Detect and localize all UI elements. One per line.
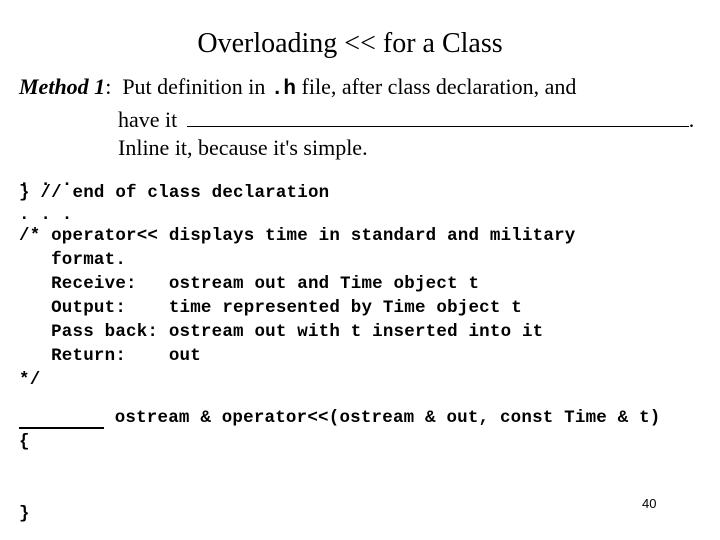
code-line: Return: out [19, 346, 201, 366]
inline-code-h: .h [270, 78, 297, 101]
method-text-before-code: Put definition in [111, 74, 271, 99]
code-line: Pass back: ostream out with t inserted i… [19, 322, 544, 342]
code-line: . . . [19, 205, 73, 225]
method-line2-prefix: have it [118, 107, 183, 132]
method-line2-suffix: . [688, 107, 695, 132]
open-brace: { [19, 432, 30, 452]
code-line: Receive: ostream out and Time object t [19, 274, 480, 294]
method-line-3: Inline it, because it's simple. [118, 135, 368, 160]
close-brace: } [19, 504, 30, 524]
page-number: 40 [642, 496, 657, 511]
code-line: /* operator<< displays time in standard … [19, 226, 576, 246]
method-line-2: have it . [118, 106, 694, 133]
method-line-1: Method 1: Put definition in .h file, aft… [19, 74, 576, 101]
code-line: Output: time represented by Time object … [19, 298, 522, 318]
method-text-after-code: file, after class declaration, and [296, 74, 577, 99]
fill-in-blank [186, 106, 689, 127]
signature-blank [19, 427, 104, 429]
code-line: format. [19, 250, 127, 270]
slide-title: Overloading << for a Class [197, 28, 503, 59]
function-signature: ostream & operator<<(ostream & out, cons… [104, 408, 661, 428]
code-line: } // end of class declaration [19, 183, 330, 203]
code-line: */ [19, 370, 41, 390]
method-label: Method 1 [19, 74, 106, 99]
